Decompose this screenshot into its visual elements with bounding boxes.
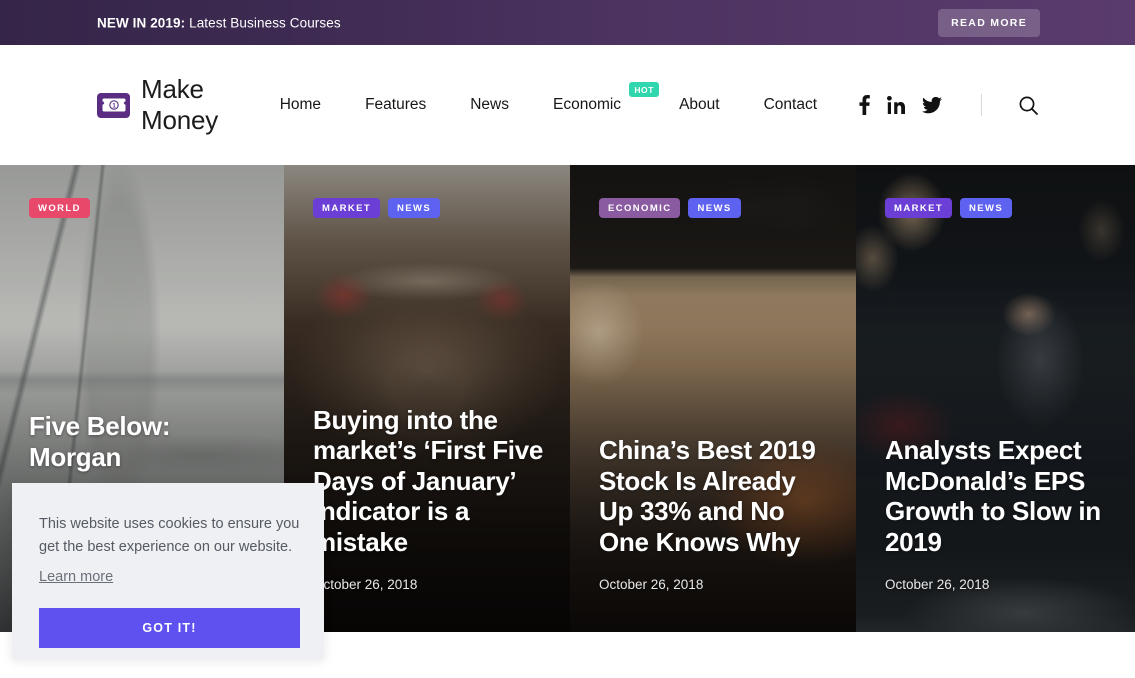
tag-market[interactable]: MARKET [885,198,953,218]
cookie-message: This website uses cookies to ensure you … [39,513,300,560]
tag-world[interactable]: WORLD [29,198,90,218]
hero-card-2-body: Buying into the market’s ‘First Five Day… [313,405,550,592]
linkedin-icon[interactable] [887,96,905,114]
tag-news[interactable]: NEWS [960,198,1013,218]
hero-card-1-title: Five Below: Morgan [29,411,171,472]
search-icon[interactable] [1019,96,1038,115]
got-it-button[interactable]: GOT IT! [39,607,300,648]
hero-card-4-date: October 26, 2018 [885,577,990,592]
promo-bar: NEW IN 2019: Latest Business Courses REA… [0,0,1135,45]
hero-card-3-title: China’s Best 2019 Stock Is Already Up 33… [599,435,816,557]
hero-card-4-title: Analysts Expect McDonald’s EPS Growth to… [885,435,1101,557]
hero-card-1-tags: WORLD [29,198,90,218]
tag-news[interactable]: NEWS [388,198,441,218]
read-more-button[interactable]: READ MORE [938,8,1040,37]
hero-card-2-date: October 26, 2018 [313,577,418,592]
hero-card-1-body: Five Below: Morgan [29,411,264,472]
nav-item-about[interactable]: About [657,96,742,114]
site-header: 1 Make Money Home Features News Economic… [0,45,1135,165]
hero-card-4-tags: MARKET NEWS [885,198,1013,218]
hero-card-2-tags: MARKET NEWS [313,198,441,218]
learn-more-link[interactable]: Learn more [39,569,113,585]
promo-text: NEW IN 2019: Latest Business Courses [97,15,341,30]
facebook-icon[interactable] [859,95,870,115]
main-nav: Home Features News Economic HOT About Co… [258,82,839,114]
promo-rest: Latest Business Courses [185,15,341,30]
cookie-consent-banner: This website uses cookies to ensure you … [12,483,324,659]
tag-economic[interactable]: ECONOMIC [599,198,681,218]
nav-item-economic-label: Economic [553,96,622,113]
nav-item-news[interactable]: News [448,96,531,114]
hero-card-3-body: China’s Best 2019 Stock Is Already Up 33… [599,435,836,592]
nav-item-features[interactable]: Features [343,96,448,114]
nav-divider [981,94,982,116]
hot-badge: HOT [629,82,660,97]
hero-card-2[interactable]: MARKET NEWS Buying into the market’s ‘Fi… [284,165,570,632]
hero-card-4[interactable]: MARKET NEWS Analysts Expect McDonald’s E… [856,165,1135,632]
nav-item-contact[interactable]: Contact [742,96,839,114]
hero-card-4-body: Analysts Expect McDonald’s EPS Growth to… [885,435,1115,592]
twitter-icon[interactable] [922,96,942,114]
tag-news[interactable]: NEWS [688,198,741,218]
hero-card-3-tags: ECONOMIC NEWS [599,198,741,218]
tag-market[interactable]: MARKET [313,198,381,218]
nav-item-economic[interactable]: Economic HOT [531,82,660,114]
hero-card-3-date: October 26, 2018 [599,577,704,592]
banknote-icon: 1 [97,92,130,118]
cookie-message-line2: get the best experience on our website. [39,539,293,556]
cookie-message-line1: This website uses cookies to ensure you [39,516,300,532]
brand-name: Make Money [141,74,219,135]
social-links [859,94,1038,116]
promo-strong: NEW IN 2019: [97,15,186,30]
hero-card-2-title: Buying into the market’s ‘First Five Day… [313,404,544,557]
nav-item-home[interactable]: Home [258,96,343,114]
hero-card-3[interactable]: ECONOMIC NEWS China’s Best 2019 Stock Is… [570,165,856,632]
brand-logo[interactable]: 1 Make Money [97,74,220,136]
